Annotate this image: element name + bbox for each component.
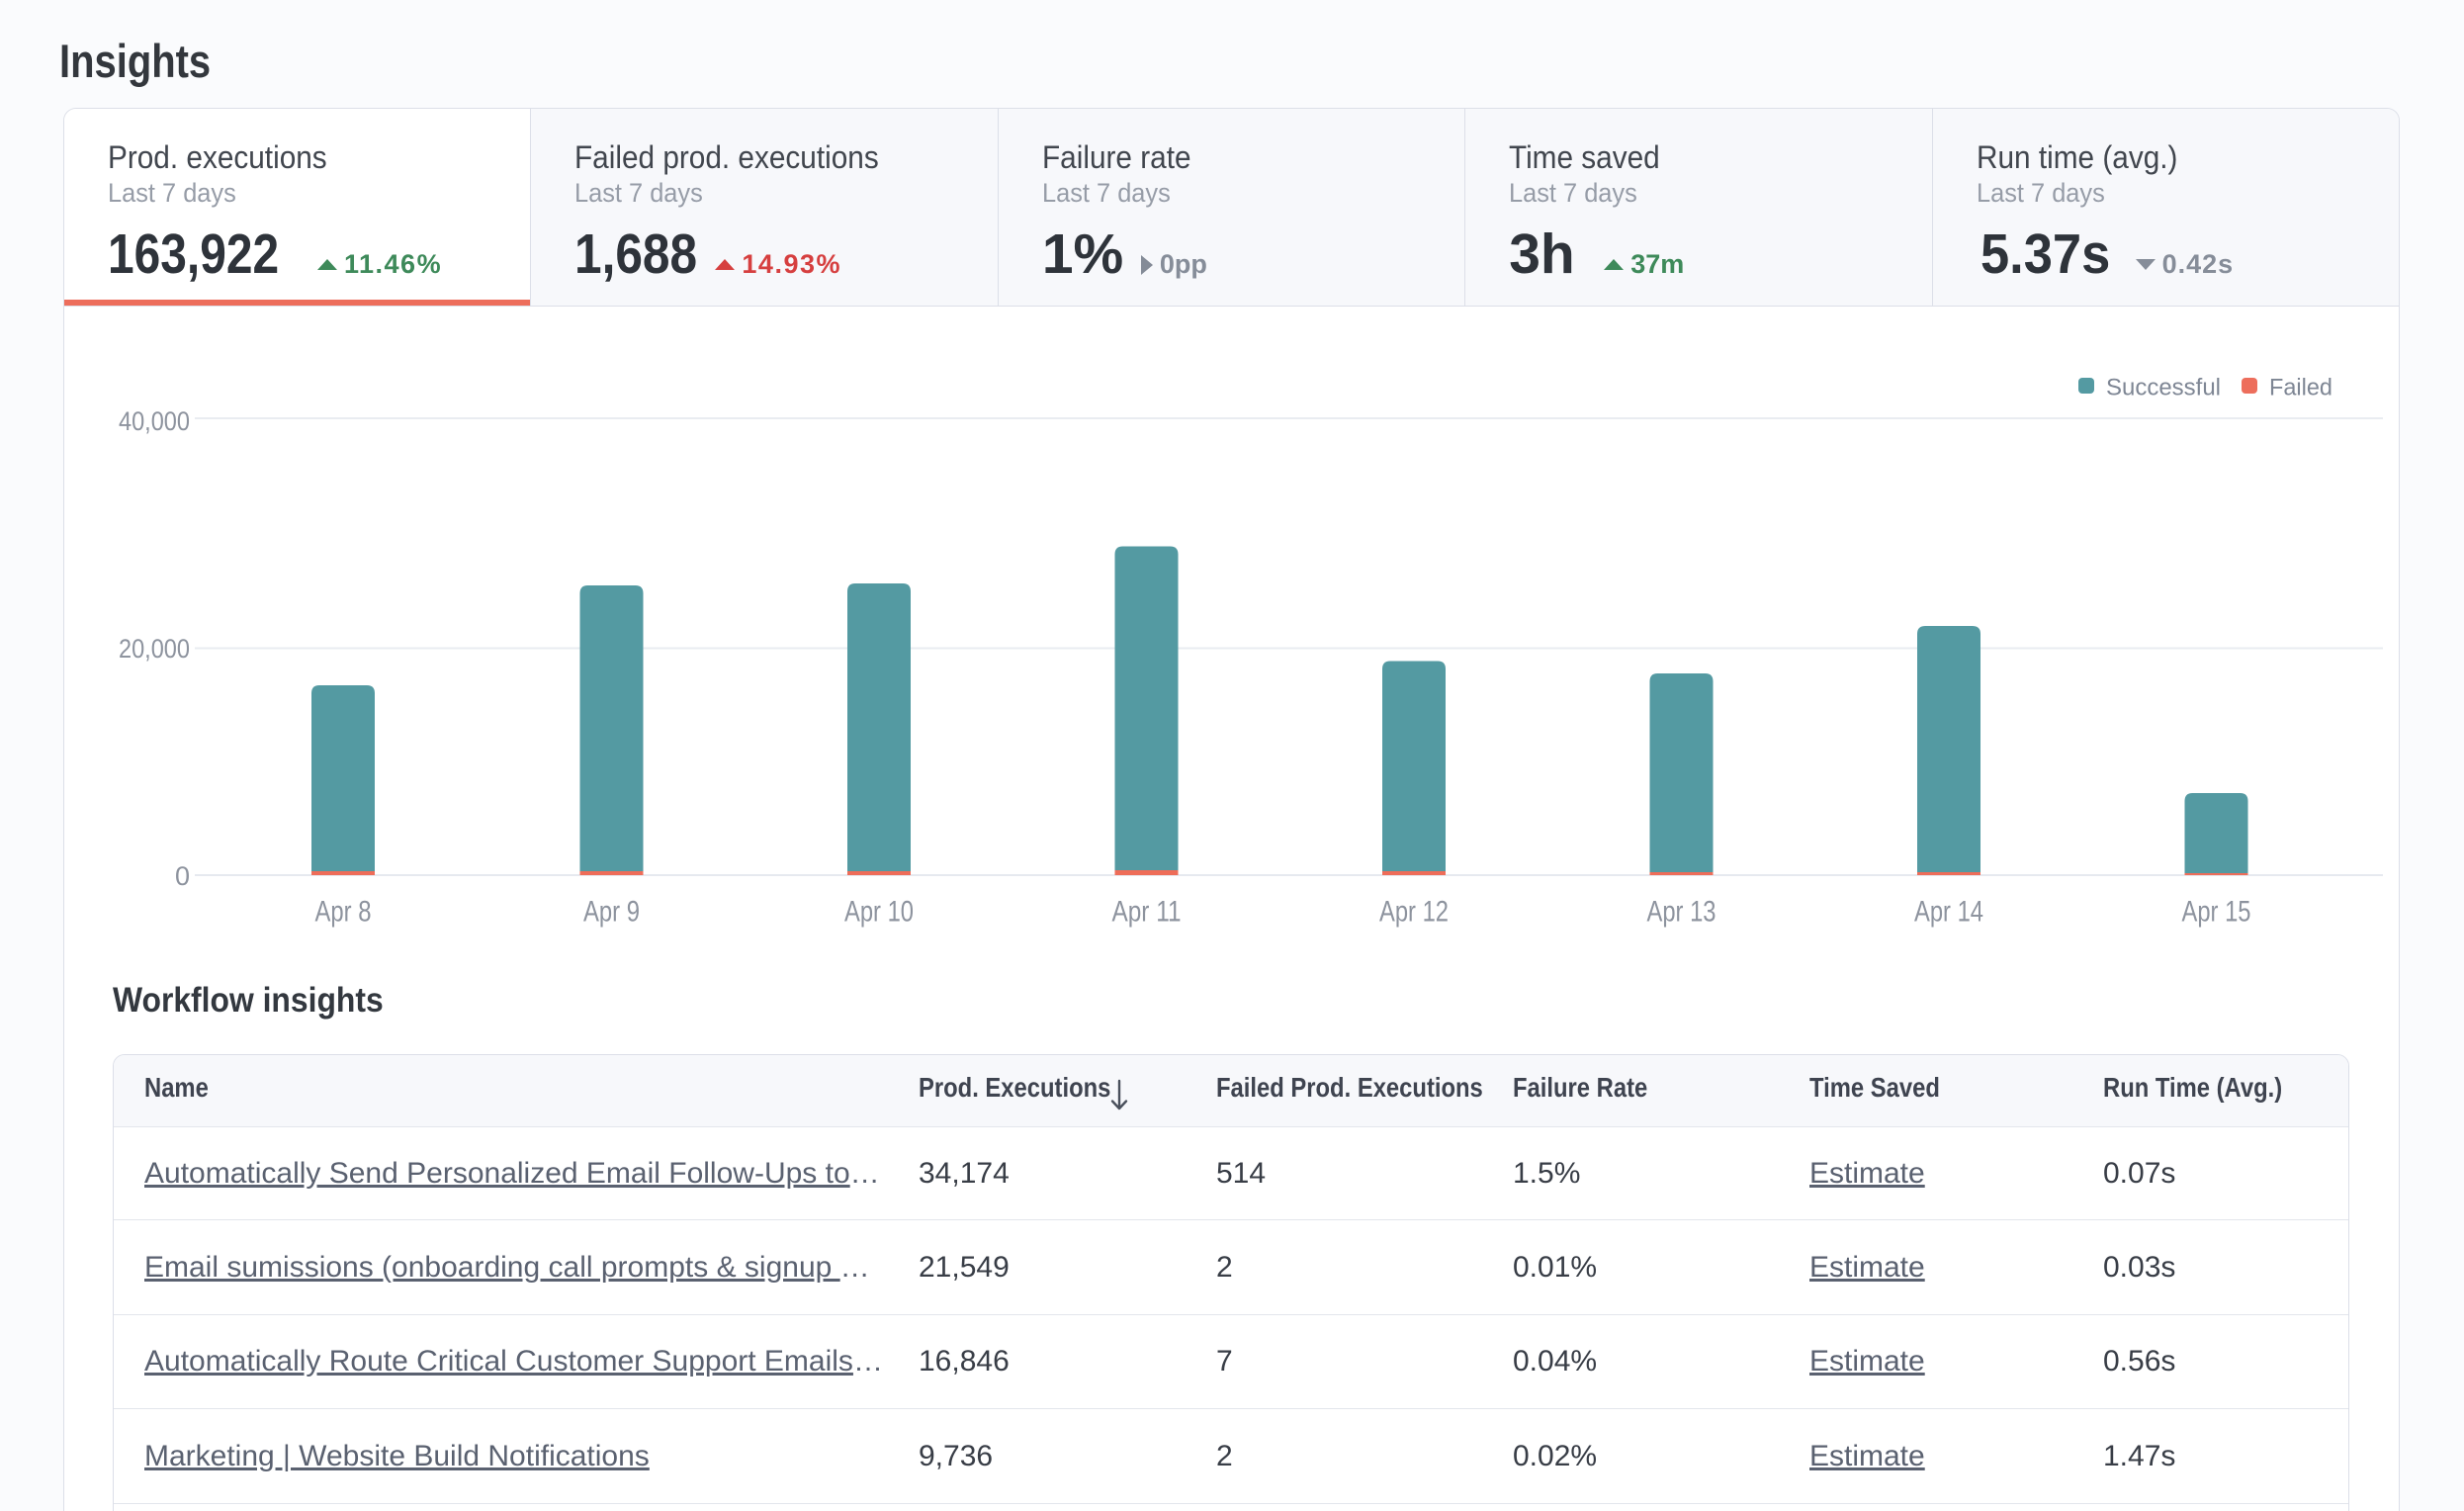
- svg-text:Successful: Successful: [2106, 375, 2221, 401]
- svg-text:Apr 10: Apr 10: [844, 896, 914, 929]
- svg-text:Apr 11: Apr 11: [1112, 896, 1182, 929]
- svg-text:Apr 13: Apr 13: [1647, 896, 1716, 929]
- svg-text:Apr 12: Apr 12: [1379, 896, 1449, 929]
- svg-text:Apr 14: Apr 14: [1914, 896, 1983, 929]
- svg-text:Apr 8: Apr 8: [315, 896, 372, 929]
- svg-text:0: 0: [175, 861, 190, 891]
- svg-text:Apr 9: Apr 9: [583, 896, 640, 929]
- svg-text:Failed: Failed: [2269, 375, 2332, 401]
- svg-text:20,000: 20,000: [119, 634, 190, 664]
- svg-text:40,000: 40,000: [119, 406, 190, 436]
- svg-text:Apr 15: Apr 15: [2182, 896, 2251, 929]
